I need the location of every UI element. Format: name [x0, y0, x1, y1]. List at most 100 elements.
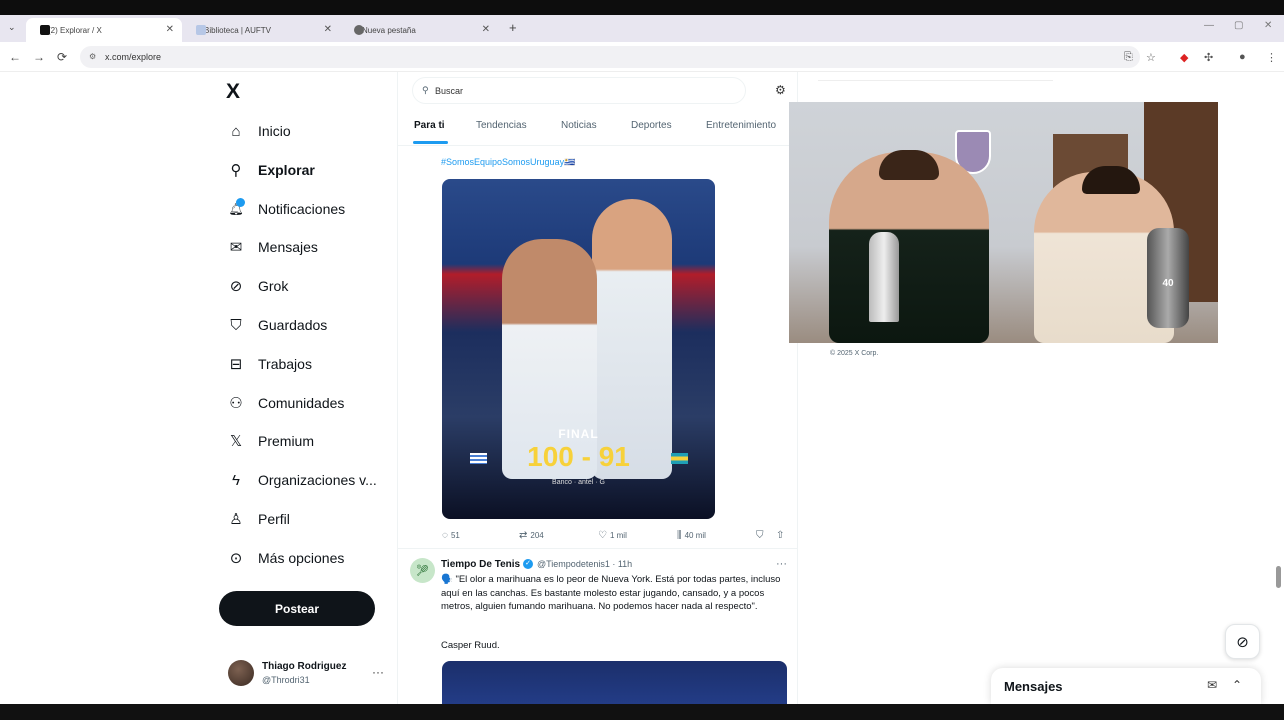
close-tab-icon[interactable]: ✕	[324, 24, 332, 35]
maximize-icon[interactable]: ▢	[1234, 20, 1243, 31]
address-bar-row: ← → ⟳ ⚙ x.com/explore ⎘ ☆ ◆ ✣ ● ⋮	[0, 42, 1284, 72]
grok-icon[interactable]: ⊘	[1225, 624, 1260, 659]
avatar[interactable]: 🎾︎	[410, 558, 435, 583]
sidebar-item-notificaciones[interactable]: 🔔︎ Notificaciones	[227, 196, 345, 222]
search-icon: ⚲	[422, 85, 429, 95]
repost-icon: ⇄	[519, 529, 528, 541]
chrome-favicon-icon	[354, 25, 364, 35]
x-favicon-icon	[40, 25, 50, 35]
reply-action[interactable]: ◌ 51	[442, 528, 460, 542]
x-premium-icon: 𝕏	[229, 433, 243, 450]
sidebar-item-grok[interactable]: ⊘ Grok	[227, 273, 289, 299]
share-action[interactable]: ⇧	[776, 528, 787, 542]
post-button[interactable]: Postear	[219, 591, 375, 626]
sidebar-item-explorar[interactable]: ⚲ Explorar	[227, 157, 315, 183]
tweet-text: 🗣️ "El olor a marihuana es lo peor de Nu…	[441, 574, 781, 612]
avatar[interactable]	[228, 660, 254, 686]
views-count: 40 mil	[684, 530, 706, 540]
sidebar-item-label: Mensajes	[258, 239, 318, 255]
tab-list-chevron-icon[interactable]: ⌄	[8, 22, 16, 33]
messages-drawer[interactable]: Mensajes ✉ ⌃	[991, 668, 1261, 704]
tab-biblioteca[interactable]: Biblioteca | AUFTV ✕	[182, 18, 340, 42]
sidebar-item-label: Inicio	[258, 123, 291, 139]
chevron-up-icon[interactable]: ⌃	[1232, 678, 1242, 692]
site-info-icon[interactable]: ⚙	[89, 52, 96, 61]
bahamas-flag-icon	[671, 453, 688, 464]
tweet-media-image[interactable]: FINAL 100 - 91 Banco · antel · G	[442, 179, 715, 519]
search-input[interactable]: ⚲ Buscar	[412, 77, 746, 104]
sidebar-item-perfil[interactable]: ♙ Perfil	[227, 506, 290, 532]
tweet-separator	[398, 548, 797, 549]
tab-para-ti[interactable]: Para ti	[414, 120, 445, 131]
messages-drawer-title: Mensajes	[1004, 679, 1063, 694]
tweet-more-icon[interactable]: ···	[776, 558, 787, 570]
sidebar-item-trabajos[interactable]: ⊟ Trabajos	[227, 351, 312, 377]
tab-tendencias[interactable]: Tendencias	[476, 120, 527, 131]
tweet-author-name[interactable]: Tiempo De Tenis	[441, 559, 520, 570]
share-icon: ⇧	[776, 529, 785, 541]
verified-badge-icon: ✓	[523, 559, 533, 569]
sidebar-item-label: Premium	[258, 433, 315, 449]
home-icon: ⌂	[231, 122, 241, 140]
tab-deportes[interactable]: Deportes	[631, 120, 672, 131]
sidebar-item-label: Notificaciones	[258, 201, 346, 217]
tab-noticias[interactable]: Noticias	[561, 120, 597, 131]
repost-count: 204	[530, 530, 544, 540]
x-logo-icon[interactable]: X	[226, 80, 240, 104]
guest-hair	[1082, 166, 1140, 194]
tab-explorar[interactable]: (2) Explorar / X ✕	[26, 18, 182, 42]
sidebar-item-guardados[interactable]: ⛉ Guardados	[227, 312, 327, 338]
bookmark-action[interactable]: ⛉	[756, 528, 767, 542]
tweet-media-image[interactable]	[442, 661, 787, 704]
new-message-icon[interactable]: ✉	[1207, 678, 1217, 692]
sidebar-item-label: Trabajos	[258, 356, 312, 372]
gear-icon[interactable]: ⚙	[775, 83, 786, 97]
minimize-icon[interactable]: —	[1204, 20, 1214, 31]
bookmark-star-icon[interactable]: ☆	[1146, 51, 1156, 64]
community-icon: ⚇	[229, 395, 243, 412]
notification-dot	[236, 198, 245, 207]
os-bottom-bar	[0, 704, 1284, 720]
search-placeholder: Buscar	[435, 86, 464, 96]
copyright-text: © 2025 X Corp.	[830, 350, 879, 357]
mail-icon: ✉	[229, 239, 243, 256]
close-window-icon[interactable]: ✕	[1264, 20, 1272, 31]
profile-avatar-icon[interactable]: ●	[1239, 51, 1246, 63]
new-tab-button[interactable]: +	[509, 20, 517, 35]
url-field[interactable]: ⚙ x.com/explore	[80, 46, 1140, 68]
extension-red-icon[interactable]: ◆	[1180, 51, 1188, 64]
reload-icon[interactable]: ⟳	[57, 50, 67, 64]
tab-entretenimiento[interactable]: Entretenimiento	[706, 120, 776, 131]
reply-count: 51	[450, 530, 460, 540]
extensions-puzzle-icon[interactable]: ✣	[1204, 51, 1213, 64]
page-scrollbar[interactable]	[1276, 566, 1281, 588]
sidebar-item-label: Organizaciones v...	[258, 472, 377, 488]
account-handle[interactable]: @Throdri31	[262, 675, 310, 685]
account-name[interactable]: Thiago Rodriguez	[262, 661, 346, 672]
sidebar-item-comunidades[interactable]: ⚇ Comunidades	[227, 390, 344, 416]
forward-icon[interactable]: →	[33, 50, 45, 64]
sidebar-item-organizaciones[interactable]: ϟ Organizaciones v...	[227, 467, 377, 493]
sidebar-item-inicio[interactable]: ⌂ Inicio	[227, 118, 291, 144]
tweet-author-handle[interactable]: @Tiempodetenis1 · 11h	[537, 559, 632, 569]
sidebar-item-label: Guardados	[258, 317, 328, 333]
repost-action[interactable]: ⇄ 204	[519, 528, 544, 542]
right-column-divider	[818, 80, 1053, 81]
tab-nueva-pestana[interactable]: Nueva pestaña ✕	[340, 18, 498, 42]
tweet-hashtag[interactable]: #SomosEquipoSomosUruguay🇺🇾	[441, 157, 575, 168]
sidebar-item-mas-opciones[interactable]: ⊙ Más opciones	[227, 545, 345, 571]
sidebar-item-premium[interactable]: 𝕏 Premium	[227, 428, 314, 454]
like-action[interactable]: ♡ 1 mil	[598, 528, 627, 542]
search-icon: ⚲	[230, 162, 242, 179]
sidebar-item-mensajes[interactable]: ✉ Mensajes	[227, 234, 318, 260]
views-action[interactable]: ⫼ 40 mil	[677, 528, 706, 542]
back-icon[interactable]: ←	[9, 50, 21, 64]
close-tab-icon[interactable]: ✕	[166, 24, 174, 35]
browser-menu-icon[interactable]: ⋮	[1266, 51, 1277, 64]
account-more-icon[interactable]: ···	[372, 665, 384, 679]
close-tab-icon[interactable]: ✕	[482, 24, 490, 35]
streamer-figure	[829, 152, 989, 343]
install-app-icon[interactable]: ⎘	[1124, 51, 1133, 64]
bookmark-icon: ⛉	[230, 316, 242, 334]
tab-label: Biblioteca | AUFTV	[204, 25, 271, 35]
